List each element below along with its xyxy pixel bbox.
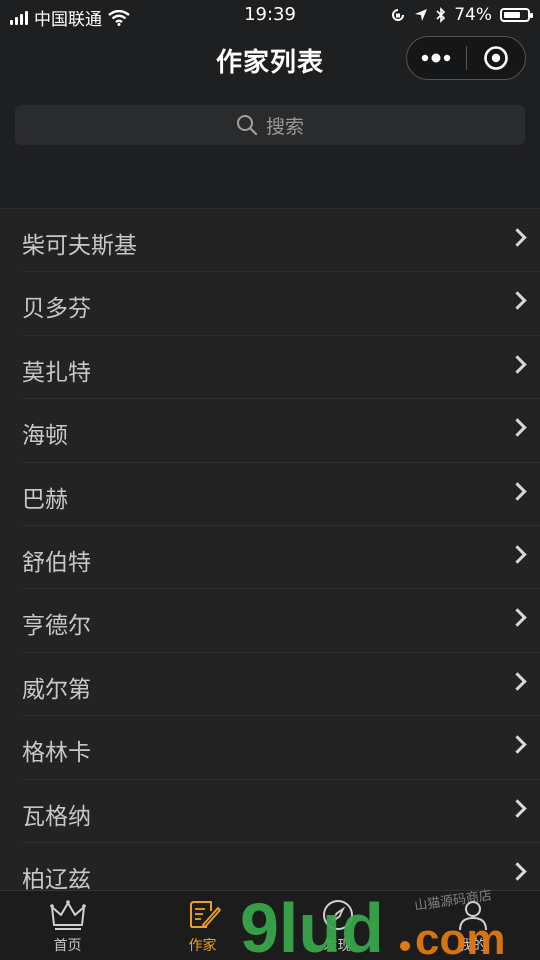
chevron-right-icon <box>508 355 527 374</box>
battery-percent: 74% <box>454 5 492 25</box>
search-placeholder: 搜索 <box>265 115 304 138</box>
quill-paper-icon <box>189 901 221 929</box>
tab-home[interactable]: 首页 <box>0 891 135 960</box>
chevron-right-icon <box>508 545 527 564</box>
tab-discover[interactable]: 发现 <box>270 891 405 960</box>
composer-name: 舒伯特 <box>22 549 91 576</box>
list-item[interactable]: 巴赫 <box>22 463 540 526</box>
chevron-right-icon <box>508 798 527 818</box>
composer-name: 柴可夫斯基 <box>22 233 137 259</box>
tab-label: 作家 <box>188 938 217 954</box>
list-item[interactable]: 威尔第 <box>22 653 540 717</box>
crown-icon <box>49 900 86 930</box>
status-bar: 中国联通 19:39 74% <box>0 0 540 30</box>
battery-icon <box>500 8 533 22</box>
composer-name: 亨德尔 <box>22 613 91 640</box>
chevron-right-icon <box>508 481 527 501</box>
battery-fill <box>504 12 520 18</box>
list-item[interactable]: 海顿 <box>22 399 540 463</box>
target-close-icon <box>483 46 508 70</box>
chevron-right-icon <box>508 228 527 247</box>
list-item[interactable]: 舒伯特 <box>22 526 540 590</box>
compass-icon <box>322 900 353 930</box>
close-mini-program-button[interactable] <box>467 37 526 79</box>
list-item[interactable]: 瓦格纳 <box>22 780 540 843</box>
chevron-right-icon <box>508 735 527 754</box>
chevron-right-icon <box>508 608 527 628</box>
list-item[interactable]: 格林卡 <box>22 716 540 780</box>
composer-name: 威尔第 <box>22 676 91 703</box>
location-arrow-icon <box>415 9 428 21</box>
nav-bar: 作家列表 <box>0 30 540 90</box>
tab-me[interactable]: 我的 <box>405 891 540 960</box>
list-item[interactable]: 亨德尔 <box>22 589 540 653</box>
chevron-right-icon <box>508 418 527 437</box>
tab-label: 首页 <box>53 938 82 954</box>
bluetooth-icon <box>436 7 446 23</box>
chevron-right-icon <box>508 672 527 691</box>
list-item[interactable]: 莫扎特 <box>22 336 540 400</box>
chevron-right-icon <box>508 291 527 311</box>
list-item[interactable]: 贝多芬 <box>22 272 540 336</box>
more-button[interactable] <box>407 37 466 79</box>
composer-name: 瓦格纳 <box>22 803 91 830</box>
list-item[interactable]: 柏辽兹 <box>22 843 540 891</box>
composer-name: 格林卡 <box>22 740 91 767</box>
composer-list: 柴可夫斯基贝多芬莫扎特海顿巴赫舒伯特亨德尔威尔第格林卡瓦格纳柏辽兹 <box>0 208 540 891</box>
more-dots-icon <box>422 53 451 63</box>
tab-writers[interactable]: 作家 <box>135 891 270 960</box>
composer-name: 海顿 <box>22 423 68 450</box>
status-right: 74% <box>390 5 533 25</box>
composer-name: 贝多芬 <box>22 296 91 323</box>
search-input[interactable]: 搜索 <box>15 105 525 145</box>
person-icon <box>458 901 487 931</box>
composer-name: 巴赫 <box>22 486 68 513</box>
mini-program-capsule <box>406 36 526 80</box>
list-item[interactable]: 柴可夫斯基 <box>22 209 540 273</box>
tab-bar: 首页 作家 发现 我的 <box>0 890 540 960</box>
chevron-right-icon <box>508 862 527 881</box>
orientation-lock-icon <box>392 9 405 21</box>
search-icon <box>236 115 258 136</box>
tab-label: 我的 <box>458 938 487 954</box>
search-area: 搜索 <box>0 90 540 208</box>
tab-label: 发现 <box>323 938 352 954</box>
composer-name: 柏辽兹 <box>22 866 91 891</box>
composer-name: 莫扎特 <box>22 359 91 386</box>
